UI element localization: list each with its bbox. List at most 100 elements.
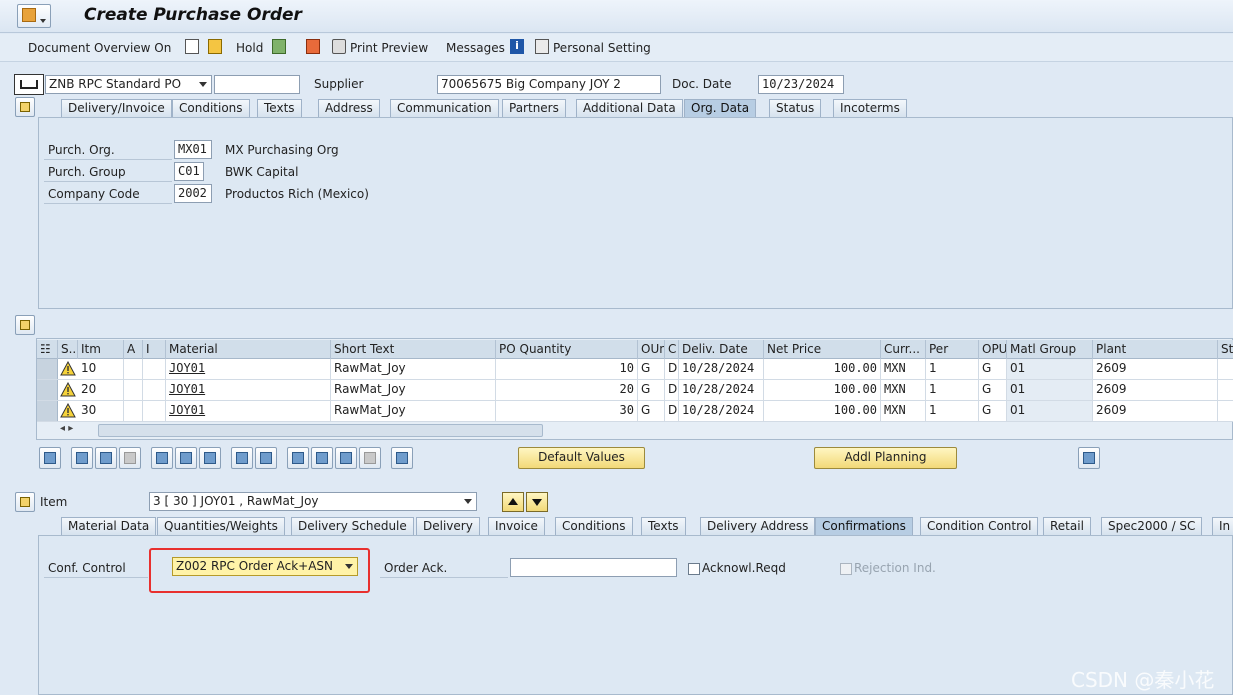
- tab-condition-control[interactable]: Condition Control: [920, 517, 1039, 535]
- tab-communication[interactable]: Communication: [390, 99, 499, 117]
- tab-confirmations[interactable]: Confirmations: [815, 517, 913, 535]
- purch-group-field[interactable]: C01: [174, 162, 204, 181]
- default-values-button[interactable]: Default Values: [518, 447, 645, 469]
- grid-settings-icon[interactable]: ☷: [37, 340, 58, 359]
- delete-item-button[interactable]: [151, 447, 173, 469]
- cell-per[interactable]: 1: [926, 401, 979, 421]
- rejection-ind-checkbox[interactable]: [840, 563, 852, 575]
- tab-delivery-schedule[interactable]: Delivery Schedule: [291, 517, 414, 535]
- cell-date-category[interactable]: D: [665, 380, 679, 400]
- cell-per[interactable]: 1: [926, 380, 979, 400]
- flag-icon[interactable]: [306, 39, 320, 54]
- cell-plant[interactable]: 2609: [1093, 380, 1218, 400]
- open-document-icon[interactable]: [208, 39, 222, 54]
- expand-item-detail-button[interactable]: [15, 492, 35, 512]
- tab-org-data[interactable]: Org. Data: [684, 99, 757, 117]
- cell-plant[interactable]: 2609: [1093, 359, 1218, 379]
- document-type-dropdown[interactable]: ZNB RPC Standard PO: [45, 75, 212, 94]
- document-number-field[interactable]: [214, 75, 300, 94]
- tab-texts[interactable]: Texts: [257, 99, 302, 117]
- cell-order-unit[interactable]: G: [638, 401, 665, 421]
- add-item-button[interactable]: [71, 447, 93, 469]
- lock-item-button[interactable]: [175, 447, 197, 469]
- cell-per[interactable]: 1: [926, 359, 979, 379]
- cell-net-price[interactable]: 100.00: [764, 380, 881, 400]
- supplier-field[interactable]: 70065675 Big Company JOY 2: [437, 75, 661, 94]
- cell-order-unit[interactable]: G: [638, 380, 665, 400]
- cell-account-assignment[interactable]: [124, 359, 143, 379]
- acknowl-reqd-checkbox[interactable]: [688, 563, 700, 575]
- column-item[interactable]: Itm: [78, 340, 124, 359]
- cell-item-category[interactable]: [143, 380, 166, 400]
- conf-control-dropdown[interactable]: Z002 RPC Order Ack+ASN: [172, 557, 358, 576]
- tab-partners[interactable]: Partners: [502, 99, 566, 117]
- column-plant[interactable]: Plant: [1093, 340, 1218, 359]
- app-menu-icon[interactable]: [17, 4, 51, 28]
- cell-matl-group[interactable]: 01: [1007, 401, 1093, 421]
- expand-header-button[interactable]: [15, 97, 35, 117]
- cell-delivery-date[interactable]: 10/28/2024: [679, 401, 764, 421]
- tab-delivery[interactable]: Delivery: [416, 517, 480, 535]
- item-details-button[interactable]: [39, 447, 61, 469]
- tab-address[interactable]: Address: [318, 99, 380, 117]
- paste-item-button[interactable]: [119, 447, 141, 469]
- horizontal-scrollbar[interactable]: [98, 424, 543, 437]
- cell-plant[interactable]: 2609: [1093, 401, 1218, 421]
- order-ack-field[interactable]: [510, 558, 677, 577]
- unlock-item-button[interactable]: [199, 447, 221, 469]
- row-selector[interactable]: [37, 359, 58, 379]
- cell-matl-group[interactable]: 01: [1007, 359, 1093, 379]
- tab-texts[interactable]: Texts: [641, 517, 686, 535]
- info-icon[interactable]: i: [510, 39, 524, 54]
- scroll-arrows[interactable]: ◂ ▸: [60, 423, 96, 437]
- personal-setting-button[interactable]: Personal Setting: [553, 41, 651, 55]
- doc-date-field[interactable]: 10/23/2024: [758, 75, 844, 94]
- tab-delivery-invoice[interactable]: Delivery/Invoice: [61, 99, 172, 117]
- column-item-category[interactable]: I: [143, 340, 166, 359]
- column-short-text[interactable]: Short Text: [331, 340, 496, 359]
- column-net-price[interactable]: Net Price: [764, 340, 881, 359]
- cell-short-text[interactable]: RawMat_Joy: [331, 380, 496, 400]
- cell-matl-group[interactable]: 01: [1007, 380, 1093, 400]
- cell-opu[interactable]: G: [979, 359, 1007, 379]
- column-order-unit[interactable]: OUn: [638, 340, 665, 359]
- column-status[interactable]: S..: [58, 340, 78, 359]
- company-code-field[interactable]: 2002: [174, 184, 212, 203]
- messages-button[interactable]: Messages: [446, 41, 505, 55]
- cell-date-category[interactable]: D: [665, 359, 679, 379]
- cell-short-text[interactable]: RawMat_Joy: [331, 359, 496, 379]
- column-matl-group[interactable]: Matl Group: [1007, 340, 1093, 359]
- tab-incoterms[interactable]: Incoterms: [833, 99, 907, 117]
- column-date-category[interactable]: C: [665, 340, 679, 359]
- cell-material[interactable]: JOY01: [166, 380, 331, 400]
- column-material[interactable]: Material: [166, 340, 331, 359]
- cell-item-category[interactable]: [143, 401, 166, 421]
- sort-descending-button[interactable]: [311, 447, 333, 469]
- next-item-button[interactable]: [526, 492, 548, 512]
- cell-delivery-date[interactable]: 10/28/2024: [679, 359, 764, 379]
- hold-button[interactable]: Hold: [236, 41, 263, 55]
- cart-icon[interactable]: [14, 74, 44, 95]
- cell-currency[interactable]: MXN: [881, 401, 926, 421]
- column-per[interactable]: Per: [926, 340, 979, 359]
- cell-account-assignment[interactable]: [124, 380, 143, 400]
- cell-net-price[interactable]: 100.00: [764, 359, 881, 379]
- personal-setting-icon[interactable]: [535, 39, 549, 54]
- cell-currency[interactable]: MXN: [881, 359, 926, 379]
- copy-item-button[interactable]: [95, 447, 117, 469]
- tab-status[interactable]: Status: [769, 99, 822, 117]
- filter-button[interactable]: [335, 447, 357, 469]
- cell-item[interactable]: 30: [78, 401, 124, 421]
- document-overview-button[interactable]: Document Overview On: [28, 41, 171, 55]
- delete-filter-button[interactable]: [359, 447, 381, 469]
- expand-items-button[interactable]: [15, 315, 35, 335]
- check-icon[interactable]: [272, 39, 286, 54]
- new-document-icon[interactable]: [185, 39, 199, 54]
- cell-opu[interactable]: G: [979, 401, 1007, 421]
- sort-ascending-button[interactable]: [287, 447, 309, 469]
- purch-org-field[interactable]: MX01: [174, 140, 212, 159]
- print-preview-button[interactable]: Print Preview: [350, 41, 428, 55]
- tab-quantities-weights[interactable]: Quantities/Weights: [157, 517, 285, 535]
- tab-additional-data[interactable]: Additional Data: [576, 99, 683, 117]
- tab-invoice[interactable]: Invoice: [488, 517, 545, 535]
